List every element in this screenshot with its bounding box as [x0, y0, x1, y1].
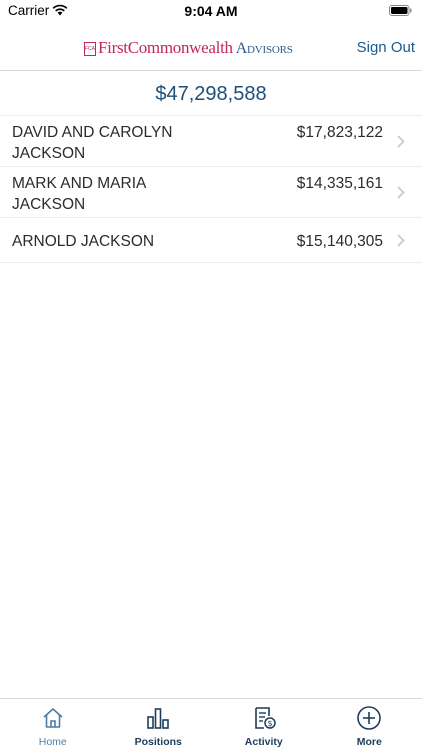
bar-chart-icon: [147, 708, 170, 729]
account-list: DAVID AND CAROLYN JACKSON $17,823,122 MA…: [0, 116, 422, 263]
portfolio-total: $47,298,588: [0, 71, 422, 116]
account-name: DAVID AND CAROLYN JACKSON: [12, 124, 173, 162]
tab-label: Home: [38, 736, 67, 748]
tab-home[interactable]: Home: [0, 699, 106, 750]
brand-advisors: Advisors: [235, 40, 293, 57]
tab-bar: Home Positions $ Activity More: [0, 698, 422, 750]
account-row[interactable]: DAVID AND CAROLYN JACKSON $17,823,122: [0, 116, 422, 167]
navigation-bar: FCA First Commonwealth Advisors Sign Out: [0, 24, 422, 71]
account-row[interactable]: MARK AND MARIA JACKSON $14,335,161: [0, 167, 422, 218]
tab-positions[interactable]: Positions: [106, 699, 212, 750]
seal-icon: FCA: [84, 42, 96, 56]
tab-label: More: [356, 736, 382, 748]
clock-time: 9:04 AM: [184, 3, 238, 19]
document-dollar-icon: $: [254, 707, 276, 729]
chevron-right-icon: [397, 234, 405, 247]
chevron-right-icon: [397, 135, 405, 148]
account-value: $15,140,305: [296, 233, 383, 250]
account-value: $17,823,122: [296, 124, 383, 141]
tab-more[interactable]: More: [317, 699, 422, 750]
chevron-right-icon: [397, 186, 405, 199]
brand-first: First: [98, 38, 128, 57]
account-row[interactable]: ARNOLD JACKSON $15,140,305: [0, 218, 422, 263]
tab-activity[interactable]: $ Activity: [211, 699, 317, 750]
battery-icon: [389, 5, 412, 16]
brand-logo: FCA First Commonwealth Advisors: [84, 38, 293, 58]
status-bar: Carrier 9:04 AM: [0, 0, 422, 24]
home-icon: [43, 708, 63, 728]
brand-commonwealth: Commonwealth: [127, 38, 233, 57]
tab-label: Positions: [134, 736, 182, 748]
account-value: $14,335,161: [296, 175, 383, 192]
account-name: ARNOLD JACKSON: [12, 233, 155, 250]
account-name: MARK AND MARIA JACKSON: [12, 175, 146, 213]
sign-out-button[interactable]: Sign Out: [357, 39, 415, 56]
tab-label: Activity: [244, 736, 283, 748]
svg-text:$: $: [267, 719, 272, 728]
plus-circle-icon: [357, 706, 382, 730]
